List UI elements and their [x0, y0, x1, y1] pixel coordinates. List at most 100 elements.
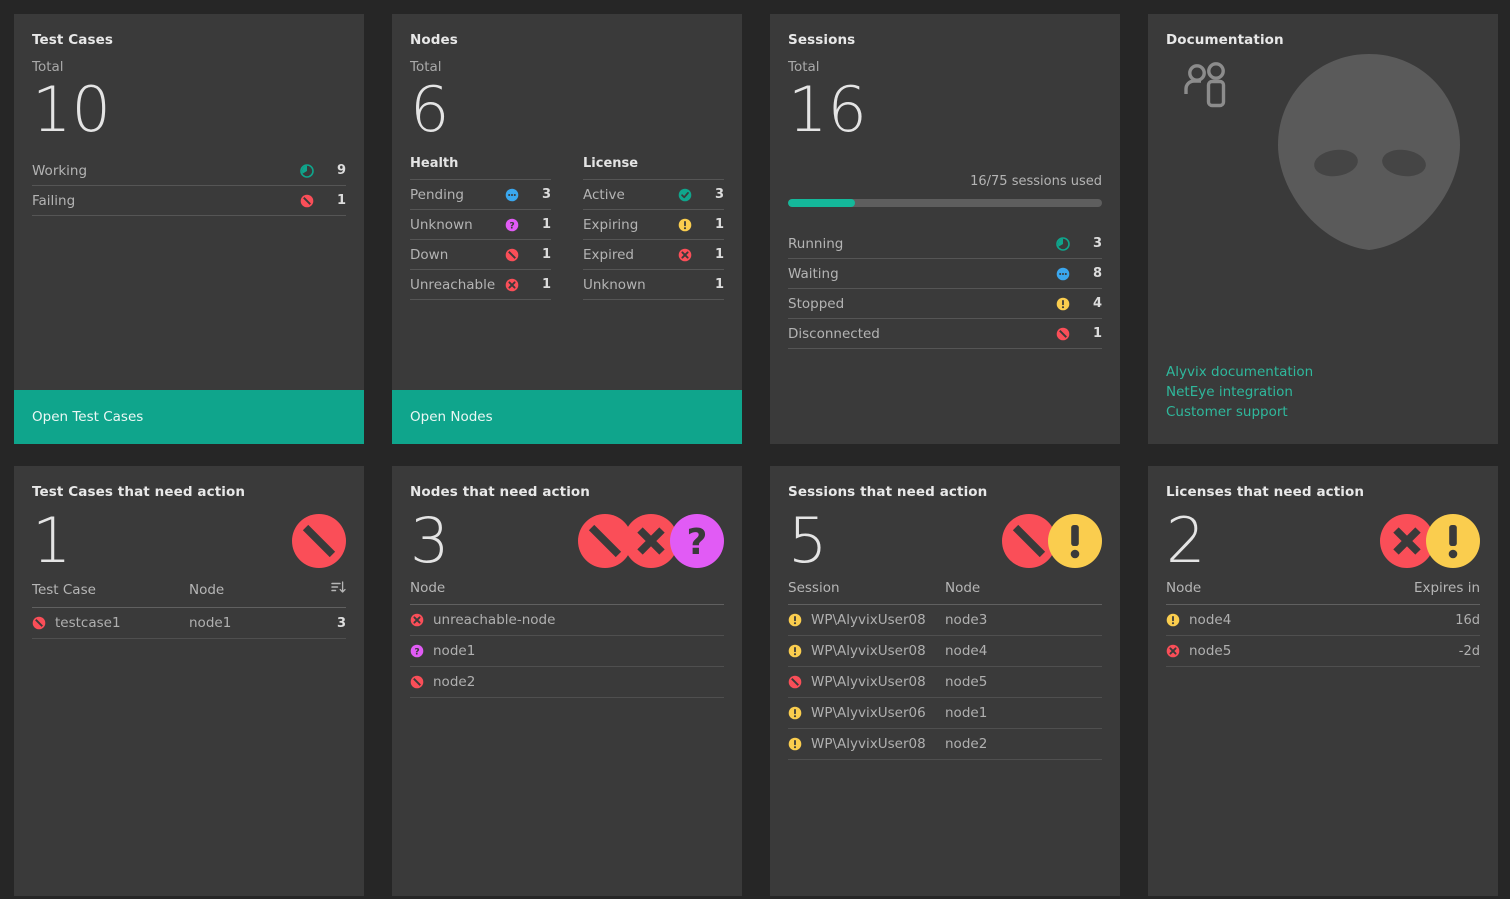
session-name: WP\AlyvixUser08 — [811, 612, 926, 628]
warning-yellow-icon — [788, 613, 802, 627]
table-row[interactable]: WP\AlyvixUser06 node1 — [788, 697, 1102, 729]
table-row[interactable]: WP\AlyvixUser08 node4 — [788, 635, 1102, 667]
table-header-row: Session Node — [788, 580, 1102, 605]
card-title: Test Cases — [32, 32, 114, 48]
column-expires-in: Expires in — [1323, 580, 1480, 605]
card-title: Documentation — [1166, 32, 1284, 48]
session-name: WP\AlyvixUser06 — [811, 705, 926, 721]
stat-label: Down — [410, 246, 449, 263]
alien-head-icon — [1274, 50, 1464, 259]
table-row[interactable]: WP\AlyvixUser08 node3 — [788, 604, 1102, 636]
link-alyvix-documentation[interactable]: Alyvix documentation — [1166, 362, 1480, 382]
card-title: Nodes — [410, 32, 458, 48]
open-nodes-button[interactable]: Open Nodes — [392, 390, 742, 444]
warning-yellow-badge — [1426, 514, 1480, 568]
session-name: WP\AlyvixUser08 — [811, 736, 926, 752]
hero-row: 2 — [1166, 508, 1480, 574]
warning-yellow-icon — [672, 218, 698, 232]
table-header-row: Node — [410, 580, 724, 605]
card-test-cases-action: Test Cases that need action 1 Test Case … — [14, 466, 364, 896]
slash-red-icon — [410, 675, 424, 689]
hero-row: 5 — [788, 508, 1102, 574]
status-badges: ? — [578, 514, 724, 568]
stat-value: 1 — [541, 217, 551, 233]
stat-value: 1 — [714, 247, 724, 263]
cell-expires: -2d — [1323, 635, 1480, 667]
stat-label: Disconnected — [788, 325, 880, 342]
cell-node: node2 — [945, 728, 1102, 760]
column-test-case: Test Case — [32, 580, 189, 608]
table-row[interactable]: ? node1 — [410, 635, 724, 667]
cell-node: node2 — [410, 666, 724, 698]
total-value: 10 — [32, 73, 111, 146]
node-name: node1 — [433, 643, 476, 659]
table-row[interactable]: node2 — [410, 666, 724, 698]
stat-value: 3 — [1092, 236, 1102, 252]
stat-label: Running — [788, 235, 844, 252]
health-header: Health — [410, 156, 551, 181]
card-documentation: Documentation Alyvix documentation NetEy… — [1148, 14, 1498, 444]
stat-value: 9 — [336, 163, 346, 179]
stat-row: Failing 1 — [32, 186, 346, 217]
stat-row: Running 3 — [788, 229, 1102, 260]
link-neteye-integration[interactable]: NetEye integration — [1166, 382, 1480, 402]
column-node: Node — [945, 580, 1102, 605]
hero-row: 3 ? — [410, 508, 724, 574]
stat-label: Waiting — [788, 265, 839, 282]
stat-row: Working 9 — [32, 156, 346, 187]
cell-session: WP\AlyvixUser08 — [788, 604, 945, 636]
card-test-cases: Test Cases Total 10 Working 9 Failing 1 — [14, 14, 364, 444]
table-row[interactable]: node5 -2d — [1166, 635, 1480, 667]
status-badges — [292, 514, 346, 568]
node-name: node5 — [1189, 643, 1232, 659]
warning-yellow-icon — [1166, 613, 1180, 627]
table-row[interactable]: testcase1 node1 3 — [32, 607, 346, 639]
sort-desc-icon[interactable] — [304, 580, 346, 608]
question-magenta-icon: ? — [410, 644, 424, 658]
pie-teal-icon — [294, 163, 320, 178]
check-teal-icon — [672, 188, 698, 202]
cell-count: 3 — [304, 607, 346, 639]
stat-value: 1 — [1092, 326, 1102, 342]
sessions-progress-fill — [788, 199, 855, 208]
cell-node: node1 — [189, 607, 305, 639]
card-nodes: Nodes Total 6 Health Pending 3 Unknown ?… — [392, 14, 742, 444]
cell-node: node5 — [1166, 635, 1323, 667]
documentation-links: Alyvix documentation NetEye integration … — [1166, 362, 1480, 444]
nodes-breakdown: Health Pending 3 Unknown ? 1 Down 1 Unre… — [410, 156, 724, 301]
stat-label: Unknown — [410, 216, 473, 233]
cell-expires: 16d — [1323, 604, 1480, 636]
stat-row: Unknown 1 — [583, 270, 724, 301]
table-header-row: Node Expires in — [1166, 580, 1480, 605]
card-title: Sessions that need action — [788, 484, 988, 500]
stat-value: 8 — [1092, 266, 1102, 282]
slash-red-icon — [32, 616, 46, 630]
card-title: Test Cases that need action — [32, 484, 246, 500]
cross-red-icon — [1166, 644, 1180, 658]
action-count: 1 — [32, 504, 72, 578]
card-title: Licenses that need action — [1166, 484, 1365, 500]
warning-yellow-icon — [788, 644, 802, 658]
test-cases-action-table: Test Case Node testcase1 node1 3 — [32, 580, 346, 639]
open-test-cases-button[interactable]: Open Test Cases — [14, 390, 364, 444]
dashboard-grid: Test Cases Total 10 Working 9 Failing 1 — [0, 0, 1510, 899]
cross-red-icon — [499, 278, 525, 292]
cell-session: WP\AlyvixUser06 — [788, 697, 945, 729]
card-licenses-action: Licenses that need action 2 Node Expires… — [1148, 466, 1498, 896]
stat-label: Pending — [410, 186, 464, 203]
hero-row: 1 — [32, 508, 346, 574]
card-nodes-action: Nodes that need action 3 ? Node unreacha… — [392, 466, 742, 896]
status-badges — [1380, 514, 1480, 568]
table-row[interactable]: node4 16d — [1166, 604, 1480, 636]
cell-session: WP\AlyvixUser08 — [788, 666, 945, 698]
cell-session: WP\AlyvixUser08 — [788, 728, 945, 760]
stat-label: Working — [32, 162, 88, 179]
slash-red-badge — [292, 514, 346, 568]
link-customer-support[interactable]: Customer support — [1166, 402, 1480, 422]
table-row[interactable]: WP\AlyvixUser08 node5 — [788, 666, 1102, 698]
dots-blue-icon — [499, 188, 525, 202]
stat-row: Expired 1 — [583, 240, 724, 271]
stat-row: Down 1 — [410, 240, 551, 271]
table-row[interactable]: unreachable-node — [410, 604, 724, 636]
table-row[interactable]: WP\AlyvixUser08 node2 — [788, 728, 1102, 760]
